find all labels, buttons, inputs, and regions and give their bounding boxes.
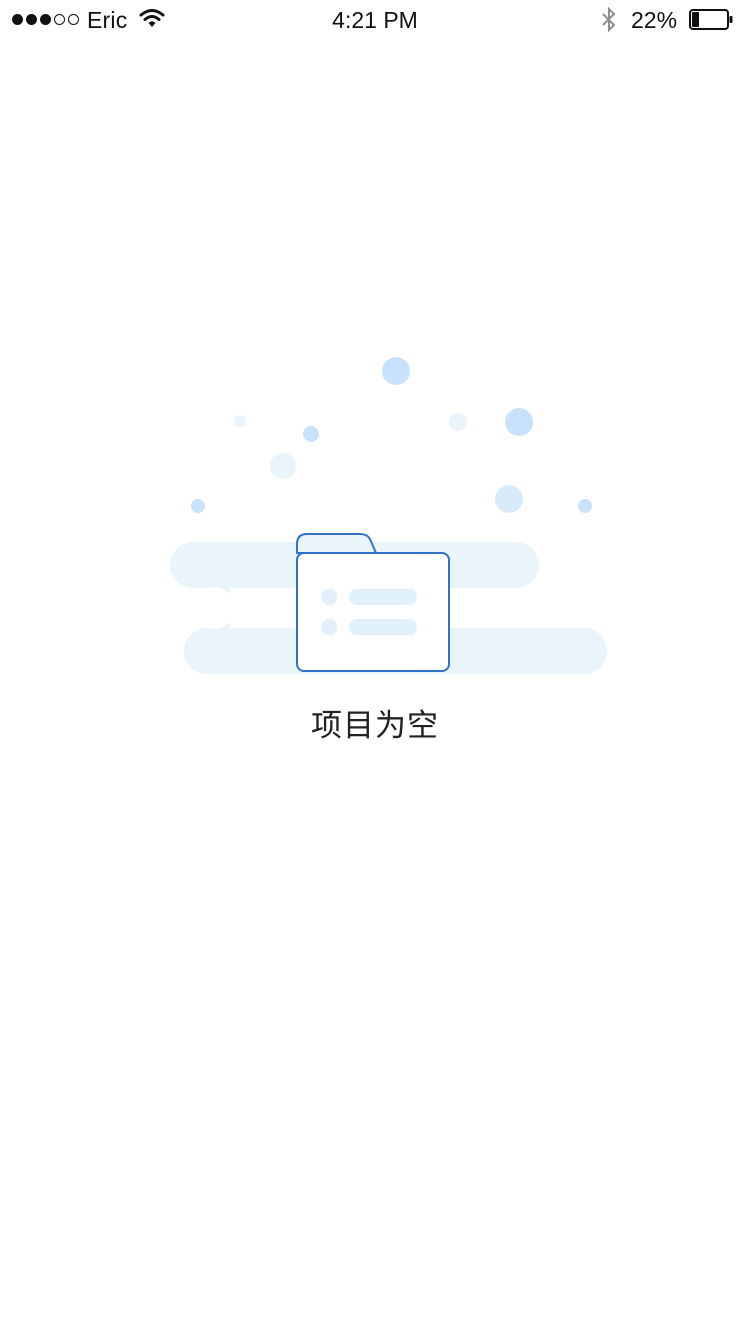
- empty-folder-illustration: [170, 357, 607, 674]
- bubble: [505, 408, 533, 436]
- bubble: [303, 426, 319, 442]
- bubble: [578, 499, 592, 513]
- empty-folder-icon: [296, 533, 450, 672]
- battery-percentage: 22%: [631, 7, 678, 33]
- bluetooth-icon: [602, 6, 616, 33]
- bubble: [191, 499, 205, 513]
- bubbles: [191, 357, 592, 513]
- bubble: [449, 413, 467, 431]
- bubble: [234, 415, 246, 427]
- bubble: [382, 357, 410, 385]
- battery-level-fill: [692, 12, 699, 27]
- bubble: [270, 453, 296, 479]
- status-bar: Eric 4:21 PM 22%: [0, 0, 750, 40]
- battery-icon: [689, 9, 733, 30]
- empty-state-message: 项目为空: [311, 708, 439, 743]
- bubble: [495, 485, 523, 513]
